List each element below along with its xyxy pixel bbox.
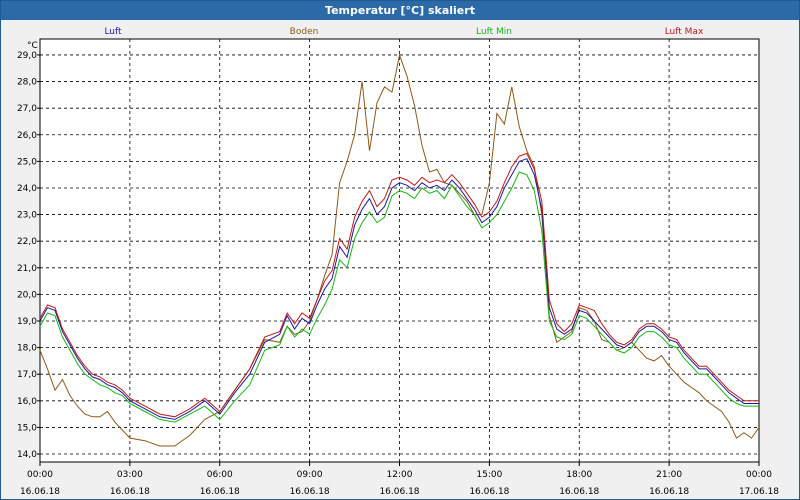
- x-tick-date: 16.06.18: [379, 487, 419, 497]
- y-tick-label: 15,0: [17, 423, 37, 433]
- legend-item-boden: Boden: [290, 27, 319, 37]
- y-tick-label: 25,0: [17, 157, 37, 167]
- temperature-chart: 14,0 15,0 16,0 17,0 18,0 19,0 20,0 21,0 22,0 23,0…: [1, 20, 799, 499]
- x-tick-date: 16.06.18: [20, 487, 60, 497]
- y-tick-label: 18,0: [17, 344, 37, 354]
- y-tick-label: 24,0: [17, 184, 37, 194]
- legend-item-luft-min: Luft Min: [476, 27, 512, 37]
- y-tick-label: 14,0: [17, 450, 37, 460]
- x-tick-date: 17.06.18: [739, 487, 779, 497]
- x-tick-date: 16.06.18: [649, 487, 689, 497]
- x-tick-time: 00:00: [27, 470, 53, 480]
- y-axis-ticks: 14,0 15,0 16,0 17,0 18,0 19,0 20,0 21,0 22,0 23,0…: [17, 51, 40, 460]
- x-tick-date: 16.06.18: [559, 487, 599, 497]
- chart-window: Temperatur [°C] skaliert 14,0 15,0 16,0 17,…: [0, 0, 800, 500]
- x-tick-date: 16.06.18: [200, 487, 240, 497]
- y-tick-label: 27,0: [17, 104, 37, 114]
- y-tick-label: 22,0: [17, 237, 37, 247]
- y-axis-unit: °C: [27, 41, 38, 51]
- x-tick-time: 15:00: [476, 470, 502, 480]
- y-tick-label: 28,0: [17, 78, 37, 88]
- y-tick-label: 19,0: [17, 317, 37, 327]
- y-tick-label: 16,0: [17, 397, 37, 407]
- x-tick-time: 12:00: [387, 470, 413, 480]
- y-tick-label: 20,0: [17, 290, 37, 300]
- x-tick-time: 09:00: [297, 470, 323, 480]
- x-axis-ticks: 00:00 16.06.18 03:00 16.06.18 06:00 16.06.18 0…: [20, 462, 779, 497]
- chart-svg: 14,0 15,0 16,0 17,0 18,0 19,0 20,0 21,0 22,0 23,0…: [17, 27, 779, 497]
- window-title: Temperatur [°C] skaliert: [1, 1, 799, 20]
- legend-item-luft: Luft: [104, 27, 122, 37]
- y-tick-label: 26,0: [17, 131, 37, 141]
- y-tick-label: 17,0: [17, 370, 37, 380]
- x-tick-time: 06:00: [207, 470, 233, 480]
- legend-item-luft-max: Luft Max: [665, 27, 704, 37]
- y-tick-label: 21,0: [17, 264, 37, 274]
- x-tick-time: 18:00: [566, 470, 592, 480]
- x-tick-date: 16.06.18: [110, 487, 150, 497]
- y-tick-label: 23,0: [17, 211, 37, 221]
- x-tick-date: 16.06.18: [290, 487, 330, 497]
- y-tick-label: 29,0: [17, 51, 37, 61]
- x-tick-date: 16.06.18: [469, 487, 509, 497]
- x-tick-time: 00:00: [746, 470, 772, 480]
- x-tick-time: 21:00: [656, 470, 682, 480]
- legend: Luft Boden Luft Min Luft Max: [104, 27, 704, 37]
- x-tick-time: 03:00: [117, 470, 143, 480]
